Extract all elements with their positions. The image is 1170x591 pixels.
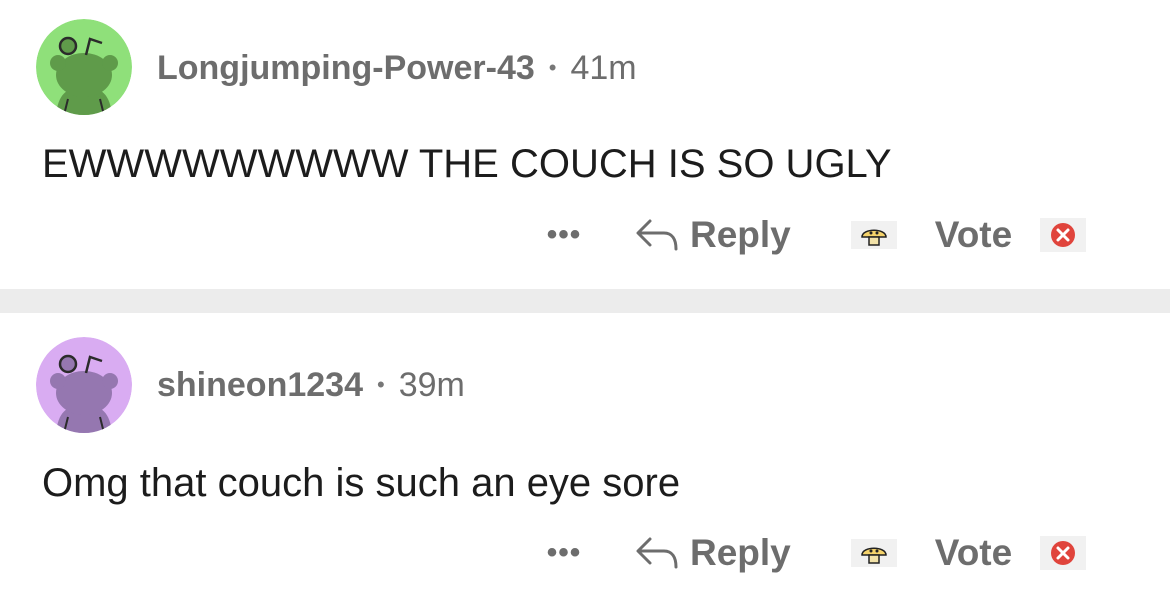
more-options-button[interactable]: ••• [542,536,586,570]
comment-body: Omg that couch is such an eye sore [42,461,681,505]
comment-2: shineon1234 • 39m Omg that couch is such… [0,313,1170,591]
reply-button[interactable]: Reply [634,532,791,574]
upvote-mushroom-icon [861,229,887,246]
reply-arrow-icon [636,219,678,251]
comment-1: Longjumping-Power-43 • 41m EWWWWWWWWW TH… [0,0,1170,289]
downvote-red-x-icon [1051,541,1076,565]
upvote-mushroom-icon [861,547,887,564]
username[interactable]: Longjumping-Power-43 [157,49,535,88]
meta-separator: • [376,372,385,397]
user-avatar-icon[interactable] [36,19,132,115]
downvote-button[interactable] [1040,218,1087,252]
reply-button[interactable]: Reply [634,214,791,256]
meta-separator: • [548,55,557,80]
upvote-button[interactable] [850,221,897,249]
timestamp[interactable]: 41m [570,49,636,88]
comment-actions: ••• Reply Vote [540,210,1100,260]
comment-body: EWWWWWWWWW THE COUCH IS SO UGLY [42,142,892,186]
comment-meta: Longjumping-Power-43 • 41m [157,48,637,88]
downvote-red-x-icon [1051,223,1076,247]
reply-label: Reply [690,532,791,573]
comment-actions: ••• Reply Vote [540,528,1100,578]
vote-label: Vote [934,214,1013,255]
more-options-button[interactable]: ••• [542,218,586,252]
username[interactable]: shineon1234 [157,366,363,405]
downvote-button[interactable] [1040,536,1087,570]
comment-meta: shineon1234 • 39m [157,365,465,405]
comment-divider [0,289,1170,313]
reply-label: Reply [690,214,791,255]
timestamp[interactable]: 39m [399,366,465,405]
vote-label: Vote [934,532,1013,573]
user-avatar-icon[interactable] [36,337,132,433]
reply-arrow-icon [636,537,678,569]
upvote-button[interactable] [850,539,897,567]
